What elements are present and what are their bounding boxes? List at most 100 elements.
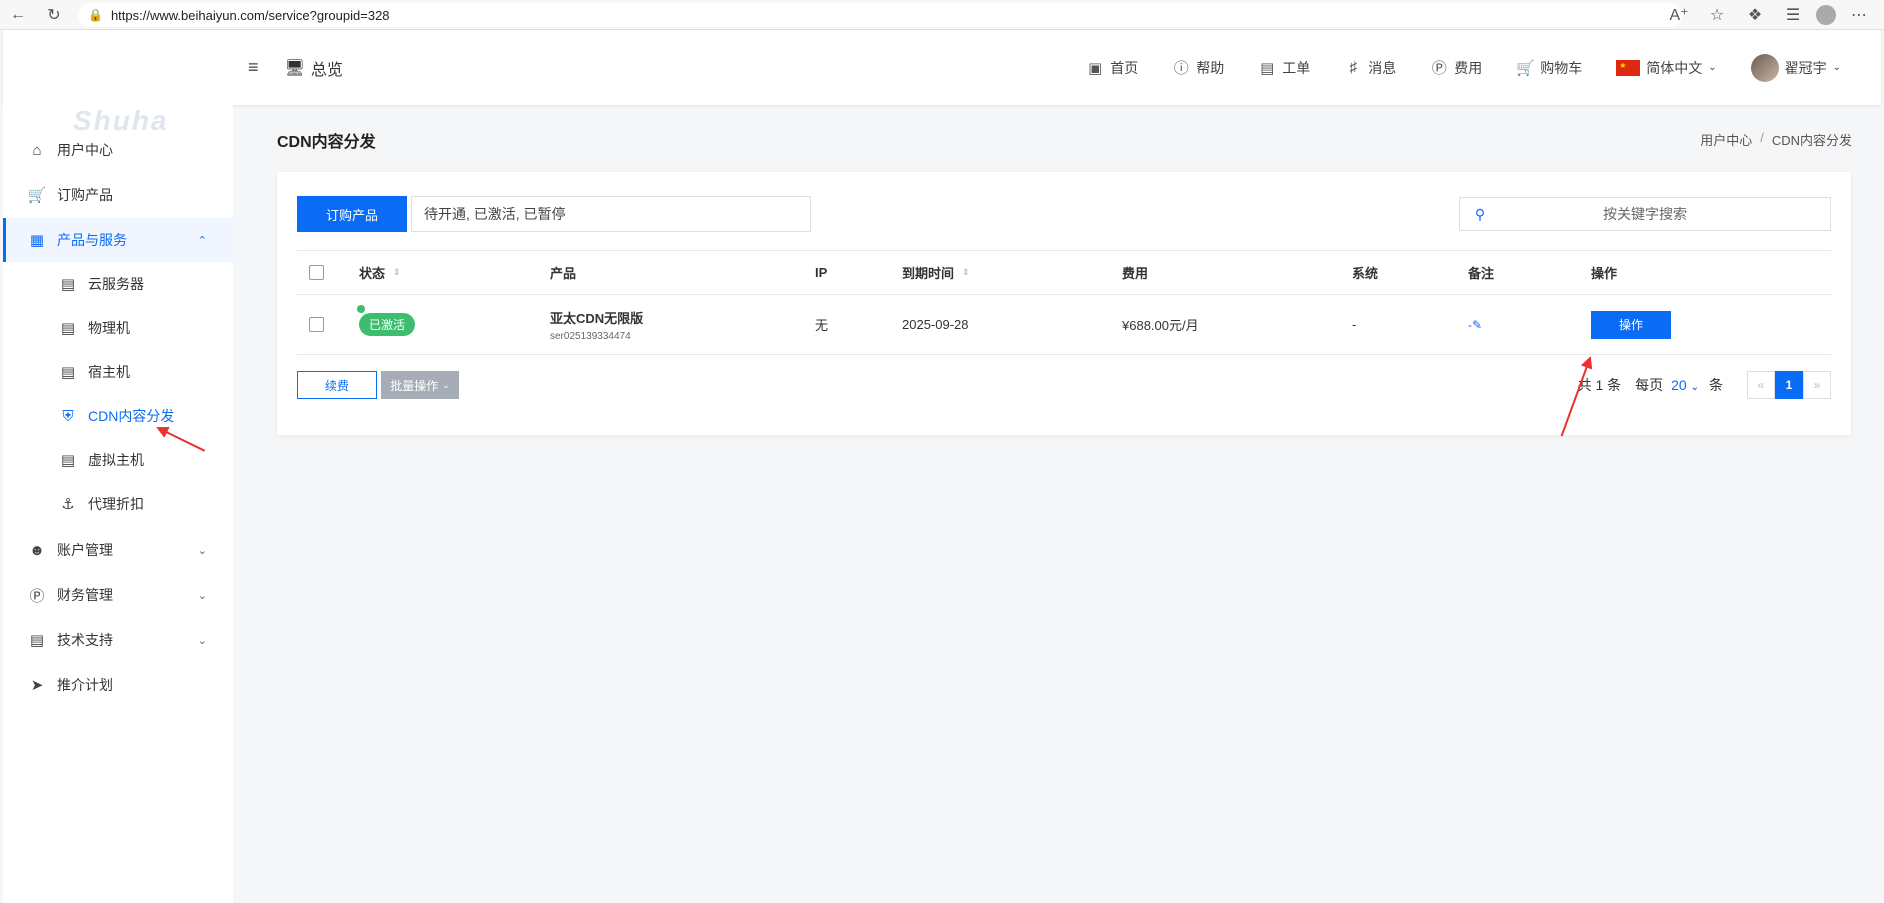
row-checkbox[interactable] [309, 317, 324, 332]
note-edit[interactable]: - ✎ [1468, 295, 1482, 354]
order-product-button[interactable]: 订购产品 [297, 196, 407, 232]
sidebar-item-physical[interactable]: ▤ 物理机 [3, 306, 233, 350]
back-icon[interactable]: ← [4, 1, 32, 29]
refresh-icon[interactable]: ↻ [40, 1, 68, 29]
sidebar-item-label: 产品与服务 [57, 232, 127, 248]
header-expiry[interactable]: 到期时间 ⇕ [902, 251, 970, 294]
ticket-icon: ▤ [29, 632, 45, 649]
overview-link[interactable]: 🖥 总览 [285, 56, 343, 80]
breadcrumb: 用户中心 / CDN内容分发 [1700, 130, 1852, 149]
url-text: https://www.beihaiyun.com/service?groupi… [110, 7, 390, 23]
header-cart[interactable]: 🛒 购物车 [1516, 58, 1582, 78]
per-page-label: 每页 [1635, 377, 1664, 393]
sidebar-item-account[interactable]: ☻ 账户管理 ⌄ [3, 528, 233, 572]
dollar-icon: Ⓟ [1431, 60, 1447, 77]
sidebar-item-host[interactable]: ▤ 宿主机 [3, 350, 233, 394]
shield-icon: ⛨ [62, 407, 74, 425]
per-page-select[interactable]: 20 ⌄ [1671, 377, 1699, 393]
batch-operation-button[interactable]: 批量操作 ⌄ [381, 371, 459, 399]
browser-toolbar: ← ↻ 🔒 https://www.beihaiyun.com/service?… [0, 0, 1884, 30]
header-help[interactable]: ⓘ 帮助 [1172, 57, 1225, 78]
header-expiry-label: 到期时间 [902, 266, 955, 281]
prev-page-button[interactable]: « [1747, 371, 1775, 399]
sort-icon: ⇕ [962, 267, 970, 277]
status-badge: 已激活 [355, 303, 416, 336]
more-icon[interactable]: ⋯ [1844, 1, 1874, 29]
renew-button[interactable]: 续费 [297, 371, 377, 399]
extensions-icon[interactable]: ❖ [1740, 1, 1770, 29]
send-icon: ➤ [30, 677, 44, 694]
chevron-down-icon: ⌄ [197, 544, 207, 557]
sidebar-item-label: 物理机 [88, 320, 130, 336]
breadcrumb-current: CDN内容分发 [1771, 133, 1852, 148]
home-icon: ⌂ [32, 141, 42, 159]
product-name[interactable]: 亚太CDN无限版 [550, 308, 643, 327]
breadcrumb-home[interactable]: 用户中心 [1700, 130, 1752, 149]
status-label: 已激活 [369, 318, 406, 332]
overview-label: 总览 [310, 61, 343, 79]
search-input[interactable]: ⚲ 按关键字搜索 [1459, 197, 1831, 231]
server-icon: ▤ [60, 452, 76, 469]
sidebar-item-products[interactable]: ▦ 产品与服务 ⌃ [3, 218, 233, 262]
header-messages[interactable]: ♯ 消息 [1344, 58, 1396, 78]
favorite-icon[interactable]: ☆ [1702, 1, 1732, 29]
next-page-button[interactable]: » [1803, 371, 1831, 399]
header-fees-label: 费用 [1454, 59, 1483, 76]
status-filter-select[interactable]: 待开通, 已激活, 已暂停 [411, 196, 811, 232]
sidebar-item-user-center[interactable]: ⌂ 用户中心 [3, 128, 233, 172]
fee-value: ¥688.00元/月 [1122, 318, 1199, 333]
sidebar-item-finance[interactable]: Ⓟ 财务管理 ⌄ [3, 573, 233, 617]
language-selector[interactable]: 简体中文 ⌄ [1616, 58, 1717, 78]
header-home[interactable]: ▣ 首页 [1086, 58, 1138, 78]
sidebar-item-cdn[interactable]: ⛨ CDN内容分发 [3, 394, 233, 438]
sidebar-item-label: 订购产品 [57, 187, 113, 203]
address-bar[interactable]: 🔒 https://www.beihaiyun.com/service?grou… [78, 3, 1682, 27]
header-status-label: 状态 [359, 266, 386, 281]
header-fees[interactable]: Ⓟ 费用 [1430, 57, 1483, 78]
select-all-checkbox[interactable] [309, 265, 324, 280]
grid-icon: ▦ [29, 232, 45, 249]
language-label: 简体中文 [1646, 59, 1703, 76]
sidebar-item-order[interactable]: 🛒 订购产品 [3, 173, 233, 217]
anchor-icon: ⚓ [61, 496, 75, 513]
sidebar-item-virtual-host[interactable]: ▤ 虚拟主机 [3, 438, 233, 482]
expiry-value: 2025-09-28 [902, 317, 969, 332]
header-action: 操作 [1591, 266, 1618, 281]
chevron-down-icon: ⌄ [442, 379, 450, 390]
table-row: 已激活 亚太CDN无限版 ser025139334474 无 2025-09-2… [297, 295, 1831, 355]
read-aloud-icon[interactable]: A⁺ [1664, 1, 1694, 29]
header-system: 系统 [1352, 266, 1379, 281]
sidebar-item-cloud-server[interactable]: ▤ 云服务器 [3, 262, 233, 306]
sidebar-item-label: 宿主机 [88, 364, 130, 380]
row-action-button[interactable]: 操作 [1591, 310, 1671, 339]
cart-icon: 🛒 [1516, 59, 1535, 77]
header-ticket[interactable]: ▤ 工单 [1258, 58, 1310, 78]
sidebar-item-agent-discount[interactable]: ⚓ 代理折扣 [3, 482, 233, 526]
page-title: CDN内容分发 [277, 134, 376, 151]
favorites-list-icon[interactable]: ☰ [1778, 1, 1808, 29]
product-id: ser025139334474 [550, 330, 631, 342]
ticket-icon: ▤ [1260, 59, 1275, 77]
profile-icon[interactable] [1816, 5, 1836, 25]
sidebar-item-label: 推介计划 [57, 677, 113, 693]
edit-icon: ✎ [1472, 317, 1483, 332]
breadcrumb-separator: / [1760, 130, 1764, 145]
ip-value: 无 [815, 318, 829, 333]
user-menu[interactable]: 翟冠宇 ⌄ [1750, 53, 1841, 82]
header-home-label: 首页 [1110, 59, 1139, 76]
sidebar-item-support[interactable]: ▤ 技术支持 ⌄ [3, 618, 233, 662]
sidebar-item-referral[interactable]: ➤ 推介计划 [3, 663, 233, 707]
chevron-down-icon: ⌄ [197, 589, 207, 602]
sidebar-item-label: 虚拟主机 [88, 452, 144, 468]
menu-toggle-icon[interactable]: ≡ [248, 57, 259, 78]
header-note: 备注 [1468, 266, 1495, 281]
header-status[interactable]: 状态 ⇕ [359, 251, 401, 294]
help-icon: ⓘ [1173, 60, 1189, 77]
page-1-button[interactable]: 1 [1775, 371, 1803, 399]
header-ip: IP [815, 265, 828, 280]
monitor-icon: ▣ [1088, 59, 1103, 77]
user-icon: ☻ [29, 541, 45, 559]
bell-icon: ♯ [1349, 59, 1357, 76]
server-icon: ▤ [60, 364, 76, 381]
chevron-down-icon: ⌄ [1708, 62, 1717, 73]
